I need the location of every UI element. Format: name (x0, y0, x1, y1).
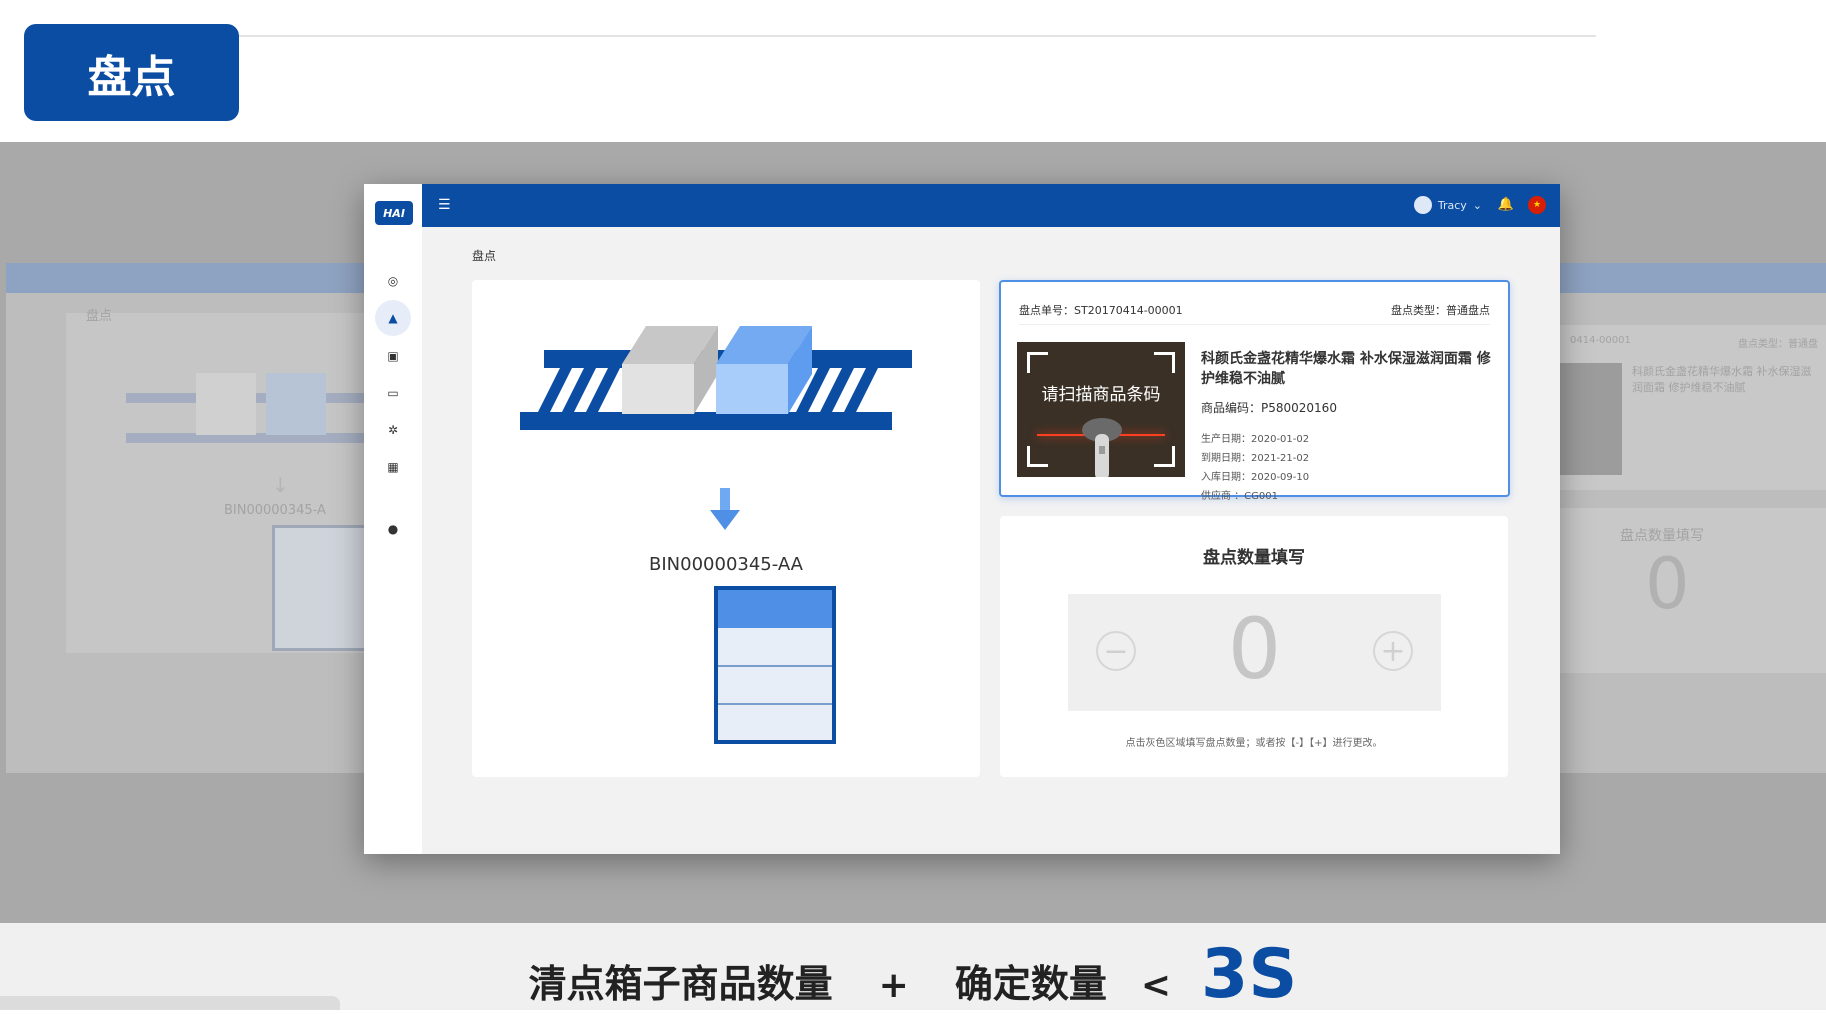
scan-corner (1027, 352, 1048, 373)
formula-less-than: < (1140, 965, 1172, 1006)
monitor-icon[interactable]: ▭ (385, 385, 401, 401)
illustration-card: BIN00000345-AA (472, 280, 980, 777)
ghost-order-label: 0414-00001 (1570, 335, 1631, 346)
inbound-date: 入库日期：2020-09-10 (1201, 472, 1310, 483)
ghost-scan-image (1560, 363, 1622, 475)
conveyor-illustration (520, 326, 912, 430)
ghost-qty-title: 盘点数量填写 (1620, 528, 1704, 544)
ghost-topbar (6, 263, 366, 293)
dashboard-icon[interactable]: ◎ (385, 273, 401, 289)
ghost-qty-value: 0 (1645, 543, 1690, 625)
product-code: 商品编码：P580020160 (1201, 401, 1337, 415)
formula-step-count: 清点箱子商品数量 (528, 962, 833, 1006)
ghost-window-right: 0414-00001 盘点类型：普通盘 科颜氏金盏花精华爆水霜 补水保湿滋润面霜… (1560, 263, 1826, 773)
summary-formula: 清点箱子商品数量 + 确定数量 < 3S (0, 935, 1826, 1014)
scan-corner (1154, 352, 1175, 373)
barcode-scanner-icon (1082, 418, 1122, 477)
scan-corner (1027, 446, 1048, 467)
supplier: 供应商 ：CG001 (1201, 491, 1278, 502)
barcode-scan-area[interactable]: 请扫描商品条码 (1017, 342, 1185, 477)
bin-label: BIN00000345-AA (649, 554, 803, 575)
help-icon[interactable]: ● (385, 521, 401, 537)
order-number: 盘点单号：ST20170414-00001 (1019, 304, 1183, 317)
product-name: 科颜氏金盏花精华爆水霜 补水保湿滋润面霜 修护维稳不油腻 (1201, 351, 1491, 387)
top-bar: ☰ Tracy ⌄ 🔔 ★ (422, 184, 1560, 227)
arrow-down-icon (710, 488, 740, 530)
quantity-input-area[interactable]: − 0 + (1068, 594, 1441, 711)
user-menu[interactable]: Tracy ⌄ (1413, 196, 1482, 214)
formula-step-confirm: 确定数量 (954, 962, 1107, 1006)
ghost-bin-rack (272, 525, 372, 651)
settings-icon[interactable]: ✲ (385, 422, 401, 438)
info-header: 盘点单号：ST20170414-00001 盘点类型：普通盘点 (1019, 302, 1490, 318)
page-title: 盘点 (24, 24, 239, 121)
logo: HAI (375, 201, 413, 225)
screenshot-stage: 盘点 BIN00000345-A ↓ 0414-00001 盘点类型：普通盘 科… (0, 142, 1826, 923)
production-date: 生产日期：2020-01-02 (1201, 434, 1310, 445)
bin-rack-illustration (714, 586, 836, 744)
language-flag-icon[interactable]: ★ (1528, 196, 1546, 214)
formula-time: 3S (1201, 935, 1298, 1014)
ghost-conveyor-illustration (126, 373, 366, 443)
formula-plus: + (878, 965, 909, 1006)
scan-prompt: 请扫描商品条码 (1041, 385, 1161, 405)
increment-button[interactable]: + (1373, 631, 1413, 671)
warehouse-icon[interactable]: ▲ (375, 300, 411, 336)
title-divider (239, 35, 1596, 37)
ghost-product-name: 科颜氏金盏花精华爆水霜 补水保湿滋润面霜 修护维稳不油腻 (1632, 365, 1812, 394)
sidebar: HAI ◎ ▲ ▣ ▭ ✲ ▦ ● (364, 184, 422, 854)
quantity-card: 盘点数量填写 − 0 + 点击灰色区域填写盘点数量；或者按【-】【+】进行更改。 (1000, 516, 1508, 777)
expiry-date: 到期日期：2021-21-02 (1201, 453, 1310, 464)
ghost-breadcrumb: 盘点 (86, 309, 113, 324)
app-window: HAI ◎ ▲ ▣ ▭ ✲ ▦ ● ☰ Tracy ⌄ 🔔 ★ 盘点 BIN00… (364, 184, 1560, 854)
avatar (1413, 196, 1432, 214)
count-type: 盘点类型：普通盘点 (1391, 304, 1490, 317)
ghost-type-label: 盘点类型：普通盘 (1738, 339, 1818, 350)
product-info-card: 盘点单号：ST20170414-00001 盘点类型：普通盘点 请扫描商品条码 … (999, 280, 1510, 502)
apps-icon[interactable]: ▦ (385, 459, 401, 475)
breadcrumb: 盘点 (472, 249, 497, 263)
quantity-title: 盘点数量填写 (1203, 548, 1305, 568)
inventory-icon[interactable]: ▣ (385, 348, 401, 364)
chevron-down-icon: ⌄ (1472, 198, 1482, 212)
info-divider (1019, 324, 1490, 325)
hamburger-menu-icon[interactable]: ☰ (438, 197, 451, 213)
ghost-bin-label: BIN00000345-A (224, 503, 326, 518)
bell-icon[interactable]: 🔔 (1498, 197, 1514, 212)
ghost-window-left: 盘点 BIN00000345-A ↓ (6, 263, 372, 773)
user-name: Tracy (1437, 198, 1467, 212)
scan-corner (1154, 446, 1175, 467)
ghost-arrow-down-icon: ↓ (272, 473, 289, 497)
quantity-hint: 点击灰色区域填写盘点数量；或者按【-】【+】进行更改。 (1125, 738, 1383, 749)
ghost-topbar-right (1560, 263, 1826, 293)
